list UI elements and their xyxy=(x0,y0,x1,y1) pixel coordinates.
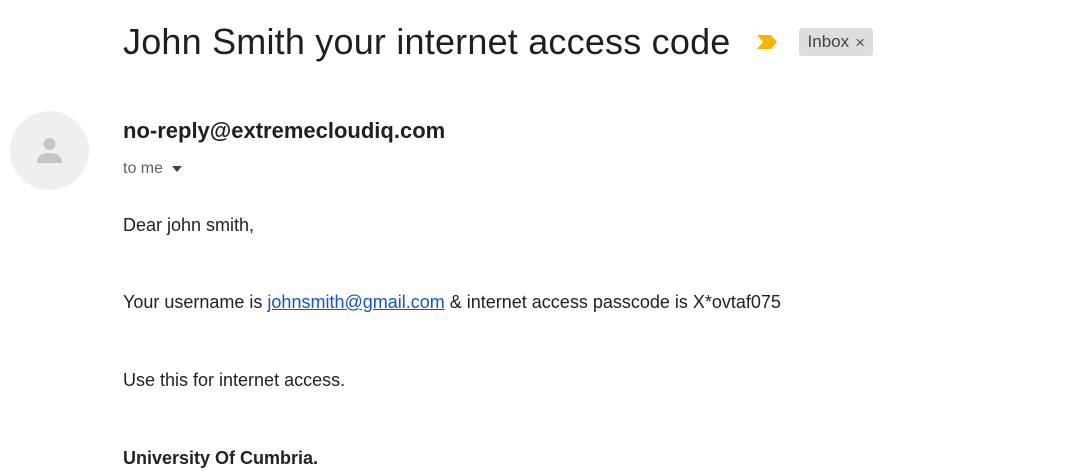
importance-marker-icon[interactable] xyxy=(755,35,779,49)
credentials-line: Your username is johnsmith@gmail.com & i… xyxy=(123,292,781,313)
sender-address: no-reply@extremecloudiq.com xyxy=(123,118,446,143)
sender-avatar[interactable] xyxy=(10,111,89,190)
email-greeting: Dear john smith, xyxy=(123,215,255,235)
instruction-line: Use this for internet access. xyxy=(123,370,346,390)
recipient-row: to me xyxy=(123,160,183,178)
inbox-label-chip[interactable]: Inbox × xyxy=(798,28,874,56)
passcode-text: & internet access passcode is X*ovtaf075 xyxy=(444,292,781,312)
subject-row: John Smith your internet access code Inb… xyxy=(123,14,874,70)
close-icon[interactable]: × xyxy=(855,34,865,51)
email-signature: University Of Cumbria. xyxy=(123,448,319,468)
person-icon xyxy=(37,138,62,163)
email-subject: John Smith your internet access code xyxy=(123,21,731,62)
recipient-text: to me xyxy=(123,160,164,177)
username-prefix: Your username is xyxy=(123,292,268,312)
username-email-link[interactable]: johnsmith@gmail.com xyxy=(267,292,444,312)
inbox-label-text: Inbox xyxy=(807,32,850,51)
caret-down-icon[interactable] xyxy=(172,166,183,172)
